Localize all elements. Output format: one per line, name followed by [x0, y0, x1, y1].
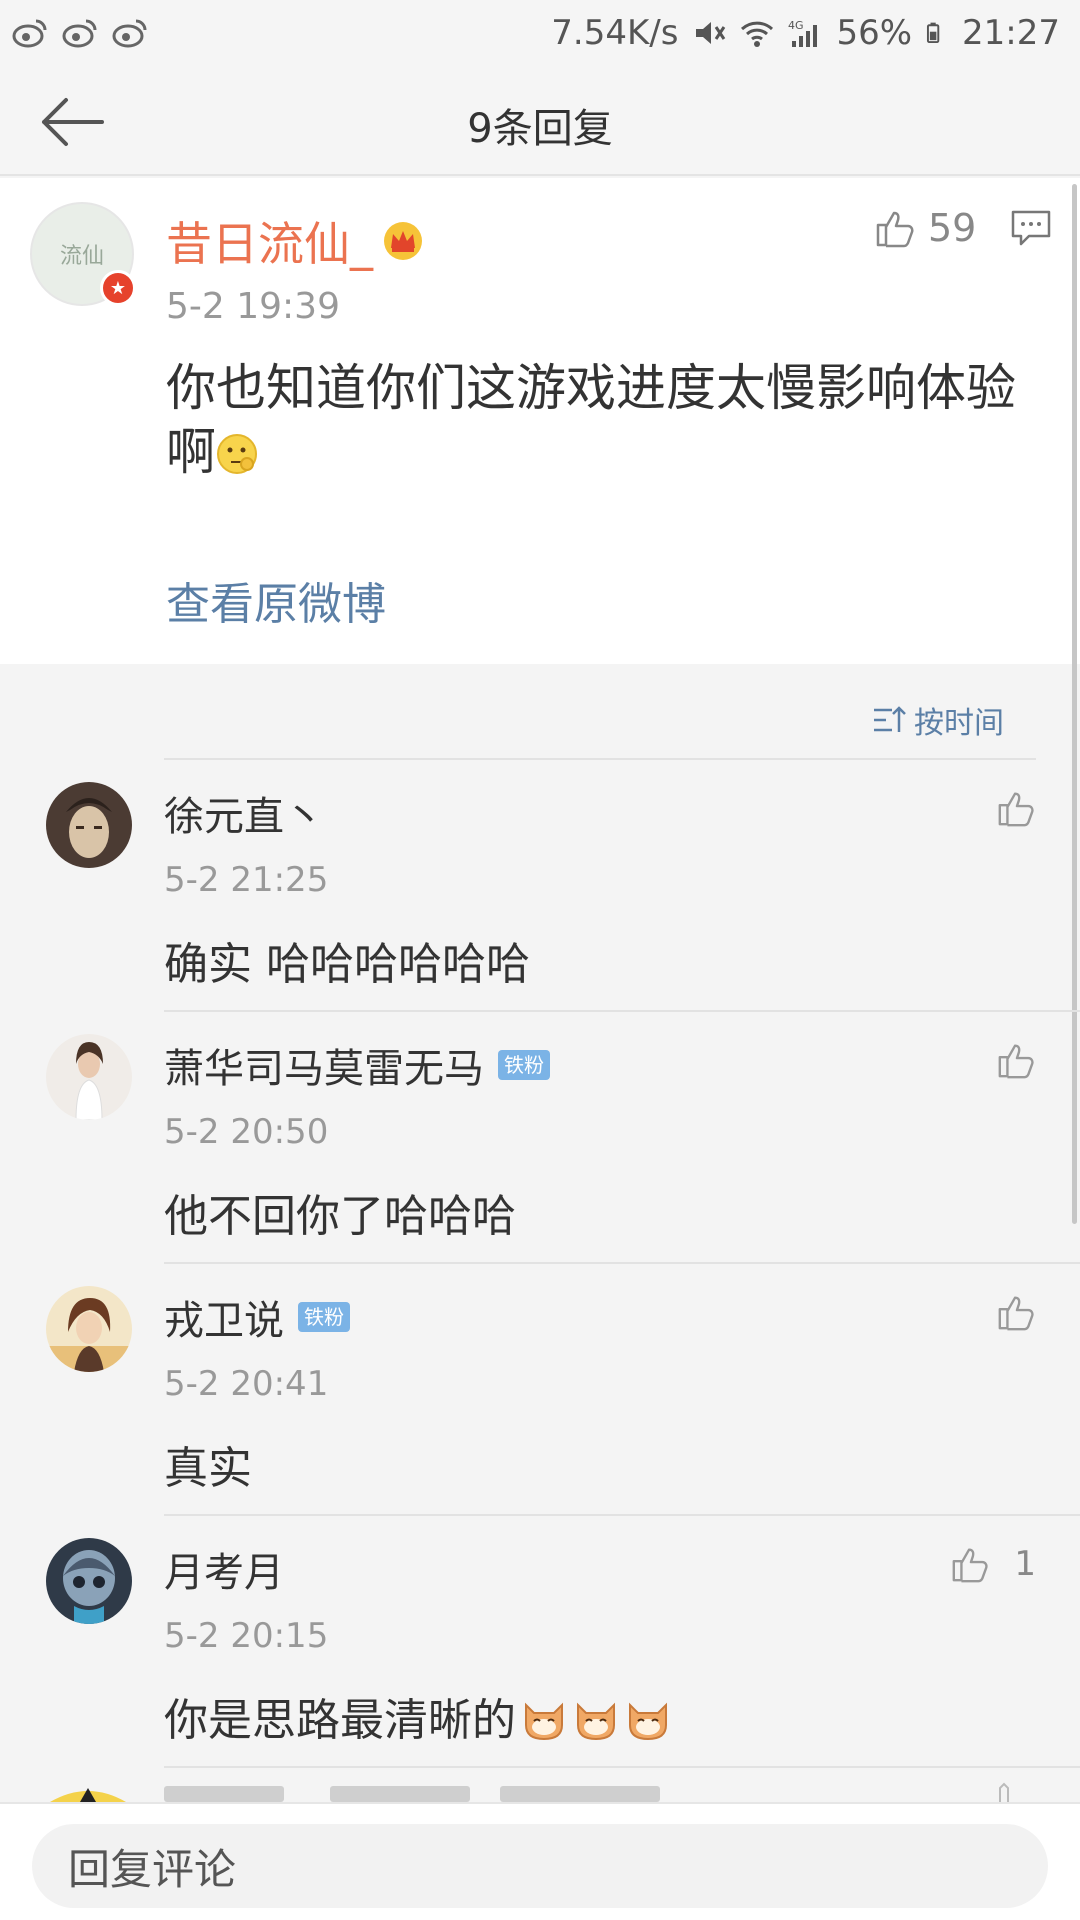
avatar[interactable]: [46, 782, 132, 868]
avatar-image: [46, 1538, 132, 1624]
like-button[interactable]: [996, 1292, 1036, 1332]
weibo-notification-icon: [112, 19, 147, 48]
reply-time: 5-2 20:41: [164, 1364, 329, 1404]
divider: [164, 1766, 1080, 1768]
reply-item: 戎卫说 铁粉 5-2 20:41 真实: [0, 1264, 1080, 1516]
system-status: 7.54K/s 4G 56% 21:27: [551, 13, 1060, 53]
like-button[interactable]: 59: [874, 206, 976, 250]
mute-icon: [696, 22, 726, 44]
network-speed: 7.54K/s: [551, 13, 679, 53]
reply-bar: 回复评论: [0, 1802, 1080, 1920]
reply-text: 他不回你了哈哈哈: [164, 1191, 516, 1242]
sort-button[interactable]: 按时间: [872, 698, 1004, 742]
page: 7.54K/s 4G 56% 21:27 9条回复 流仙 ★ 昔日流仙_ 5-2…: [0, 0, 1080, 1920]
thumbs-up-icon: [998, 1044, 1034, 1079]
weibo-notification-icon: [62, 19, 97, 48]
avatar[interactable]: [46, 1034, 132, 1120]
avatar-image: [46, 782, 132, 868]
like-button[interactable]: 1: [950, 1544, 1036, 1584]
avatar[interactable]: [46, 1538, 132, 1624]
reply-text-body: 你是思路最清晰的: [164, 1695, 516, 1746]
nav-bar: 9条回复: [0, 66, 1080, 176]
author-name[interactable]: 徐元直丶: [164, 784, 324, 842]
thumbs-up-icon: [876, 211, 914, 248]
avatar[interactable]: [46, 1286, 132, 1372]
avatar[interactable]: 流仙 ★: [30, 202, 136, 306]
main-comment: 流仙 ★ 昔日流仙_ 5-2 19:39 你也知道你们这游戏进度太慢影响体验啊 …: [0, 178, 1080, 664]
crown-icon: [384, 222, 422, 260]
clock: 21:27: [962, 13, 1060, 53]
author-name[interactable]: 戎卫说 铁粉: [164, 1288, 350, 1346]
battery-icon: [926, 22, 940, 44]
sort-label: 按时间: [914, 706, 1004, 741]
status-bar: 7.54K/s 4G 56% 21:27: [0, 0, 1080, 66]
signal-4g-icon: 4G: [788, 19, 818, 47]
thinking-emoji-icon: [217, 434, 257, 474]
partial-row-content: [50, 1782, 1009, 1802]
reply-item: 月考月 5-2 20:15 你是思路最清晰的 1: [0, 1516, 1080, 1768]
cat-emoji-icon: [525, 1702, 563, 1741]
wifi-icon: [741, 21, 774, 47]
reply-text: 你是思路最清晰的: [164, 1684, 672, 1748]
reply-time: 5-2 20:15: [164, 1616, 329, 1656]
reply-item: 萧华司马莫雷无马 铁粉 5-2 20:50 他不回你了哈哈哈: [0, 1012, 1080, 1264]
reply-item: 徐元直丶 5-2 21:25 确实 哈哈哈哈哈哈: [0, 760, 1080, 1012]
like-count: 59: [928, 206, 977, 250]
avatar-image: [46, 1034, 132, 1120]
avatar-text: 流仙: [59, 244, 104, 269]
avatar-image: [46, 1286, 132, 1372]
cat-emoji-icon: [577, 1702, 615, 1741]
comment-text-body: 你也知道你们这游戏进度太慢影响体验啊: [166, 359, 1016, 481]
reply-time: 5-2 20:50: [164, 1112, 329, 1152]
thumbs-up-icon: [998, 792, 1034, 827]
author-name-text: 萧华司马莫雷无马: [164, 1046, 484, 1092]
reply-item-partial: [0, 1772, 1080, 1802]
author-name[interactable]: 月考月: [164, 1540, 284, 1598]
sort-icon: [874, 706, 906, 732]
author-name[interactable]: 萧华司马莫雷无马 铁粉: [164, 1036, 550, 1094]
thumbs-up-icon: [998, 1296, 1034, 1331]
svg-text:4G: 4G: [788, 19, 804, 32]
battery-percent: 56%: [836, 13, 913, 53]
author-name-text: 戎卫说: [164, 1298, 284, 1344]
view-original-link[interactable]: 查看原微博: [166, 568, 386, 632]
reply-text: 确实 哈哈哈哈哈哈: [164, 939, 530, 990]
weibo-notification-icon: [12, 19, 47, 48]
cat-emoji-icon: [629, 1702, 667, 1741]
reply-input[interactable]: 回复评论: [32, 1824, 1048, 1908]
fan-badge: 铁粉: [298, 1302, 350, 1332]
author-name[interactable]: 昔日流仙_: [166, 208, 423, 274]
author-name-text: 月考月: [164, 1550, 284, 1596]
like-button[interactable]: [996, 1040, 1036, 1080]
comment-icon[interactable]: [1010, 208, 1052, 248]
reply-time: 5-2 21:25: [164, 860, 329, 900]
page-title: 9条回复: [467, 106, 613, 152]
reply-placeholder: 回复评论: [68, 1844, 237, 1894]
sort-row: 按时间: [0, 664, 1080, 760]
post-time: 5-2 19:39: [166, 286, 340, 327]
author-name-text: 昔日流仙_: [166, 217, 373, 271]
verified-badge-icon: ★: [100, 270, 136, 306]
thumbs-up-icon: [952, 1548, 988, 1583]
like-count: 1: [1014, 1544, 1036, 1584]
like-button[interactable]: [996, 788, 1036, 828]
reply-text: 真实: [164, 1443, 252, 1494]
notification-icons: [12, 18, 148, 48]
comment-text: 你也知道你们这游戏进度太慢影响体验啊: [166, 356, 1046, 484]
fan-badge: 铁粉: [498, 1050, 550, 1080]
author-name-text: 徐元直丶: [164, 794, 324, 840]
